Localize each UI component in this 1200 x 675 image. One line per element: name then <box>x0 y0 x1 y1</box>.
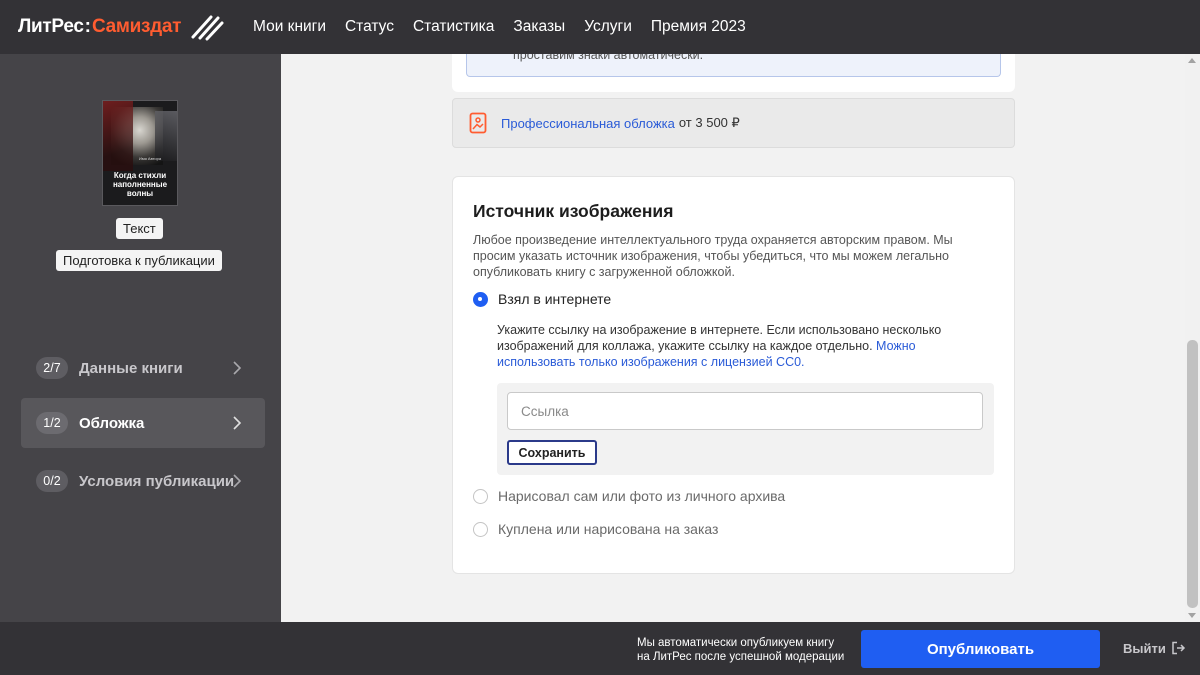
info-text: проставим знаки автоматически. <box>513 54 704 62</box>
option-label: Взял в интернете <box>498 291 612 307</box>
publish-button[interactable]: Опубликовать <box>861 630 1100 668</box>
nav-orders[interactable]: Заказы <box>513 18 565 36</box>
logo-colon: : <box>84 16 91 37</box>
moderation-note: Мы автоматически опубликуем книгу на Лит… <box>637 636 844 664</box>
publication-steps: 2/7 Данные книги 1/2 Обложка 0/2 Условия… <box>21 343 265 506</box>
scrollbar-thumb[interactable] <box>1187 340 1198 608</box>
sidebar: Имя Автора Когда стихли наполненные волн… <box>0 54 281 622</box>
litres-samizdat-logo[interactable]: ЛитРес : Самиздат <box>18 0 238 54</box>
professional-cover-price: от 3 500 ₽ <box>678 115 740 130</box>
logo-text-litres: ЛитРес <box>18 16 84 37</box>
moderation-note-line1: Мы автоматически опубликуем книгу <box>637 637 835 649</box>
image-link-input[interactable] <box>507 392 983 430</box>
cover-art-grey-shade <box>155 111 177 161</box>
option-label: Нарисовал сам или фото из личного архива <box>498 488 786 504</box>
link-entry-panel: Сохранить <box>497 383 994 475</box>
option-purchased[interactable]: Куплена или нарисована на заказ <box>473 521 718 537</box>
option-instructions-text: Укажите ссылку на изображение в интернет… <box>497 323 942 353</box>
nav-status[interactable]: Статус <box>345 18 394 36</box>
pen-strokes-icon <box>191 15 224 41</box>
nav-services[interactable]: Услуги <box>584 18 632 36</box>
step-publication-terms[interactable]: 0/2 Условия публикации <box>21 456 265 506</box>
step-book-data[interactable]: 2/7 Данные книги <box>21 343 265 393</box>
step-label: Обложка <box>79 414 145 432</box>
image-source-card: Источник изображения Любое произведение … <box>452 176 1015 574</box>
step-label: Условия публикации <box>79 472 235 490</box>
radio-button[interactable] <box>473 488 488 504</box>
radio-button[interactable] <box>473 521 488 537</box>
page-scrollbar[interactable] <box>1185 54 1200 622</box>
moderation-note-line2: на ЛитРес после успешной модерации <box>637 651 845 663</box>
cover-author: Имя Автора <box>139 156 162 161</box>
main-content: проставим знаки автоматически. Профессио… <box>281 54 1185 622</box>
chevron-right-icon <box>233 361 242 375</box>
exit-label: Выйти <box>1123 640 1166 656</box>
scroll-down-arrow-icon[interactable] <box>1188 613 1196 618</box>
info-box: проставим знаки автоматически. <box>466 54 1001 77</box>
step-progress-badge: 1/2 <box>36 412 68 434</box>
book-stage-chip: Подготовка к публикации <box>56 250 222 271</box>
nav-my-books[interactable]: Мои книги <box>253 18 326 36</box>
image-source-description: Любое произведение интеллектуального тру… <box>473 233 953 279</box>
professional-cover-banner: Профессиональная обложка от 3 500 ₽ <box>452 98 1015 148</box>
cover-art-red-shade <box>103 101 133 171</box>
book-type-chip: Текст <box>116 218 163 239</box>
professional-cover-link[interactable]: Профессиональная обложка <box>501 116 675 131</box>
option-label: Куплена или нарисована на заказ <box>498 521 719 537</box>
save-link-button[interactable]: Сохранить <box>507 440 597 465</box>
watermark-info-card: проставим знаки автоматически. <box>452 54 1015 92</box>
nav-statistics[interactable]: Статистика <box>413 18 494 36</box>
cover-title: Когда стихли наполненные волны <box>112 171 168 199</box>
logout-icon <box>1172 641 1185 655</box>
logo-text-samizdat: Самиздат <box>91 16 182 37</box>
step-progress-badge: 2/7 <box>36 357 68 379</box>
step-cover[interactable]: 1/2 Обложка <box>21 398 265 448</box>
radio-button-checked[interactable] <box>473 291 488 307</box>
option-instructions: Укажите ссылку на изображение в интернет… <box>497 322 977 370</box>
book-cover-thumbnail[interactable]: Имя Автора Когда стихли наполненные волн… <box>102 100 178 206</box>
main-nav: Мои книги Статус Статистика Заказы Услуг… <box>253 18 765 36</box>
bottom-action-bar: Мы автоматически опубликуем книгу на Лит… <box>0 622 1200 675</box>
image-source-title: Источник изображения <box>473 201 674 221</box>
step-label: Данные книги <box>79 359 183 377</box>
image-frame-icon <box>469 112 487 134</box>
scroll-up-arrow-icon[interactable] <box>1188 58 1196 63</box>
exit-button[interactable]: Выйти <box>1123 640 1186 656</box>
chevron-right-icon <box>233 474 242 488</box>
option-own-drawing[interactable]: Нарисовал сам или фото из личного архива <box>473 488 785 504</box>
option-from-internet[interactable]: Взял в интернете <box>473 291 611 307</box>
chevron-right-icon <box>233 416 242 430</box>
top-navbar: ЛитРес : Самиздат Мои книги Статус Стати… <box>0 0 1200 54</box>
nav-award-2023[interactable]: Премия 2023 <box>651 18 746 36</box>
step-progress-badge: 0/2 <box>36 470 68 492</box>
